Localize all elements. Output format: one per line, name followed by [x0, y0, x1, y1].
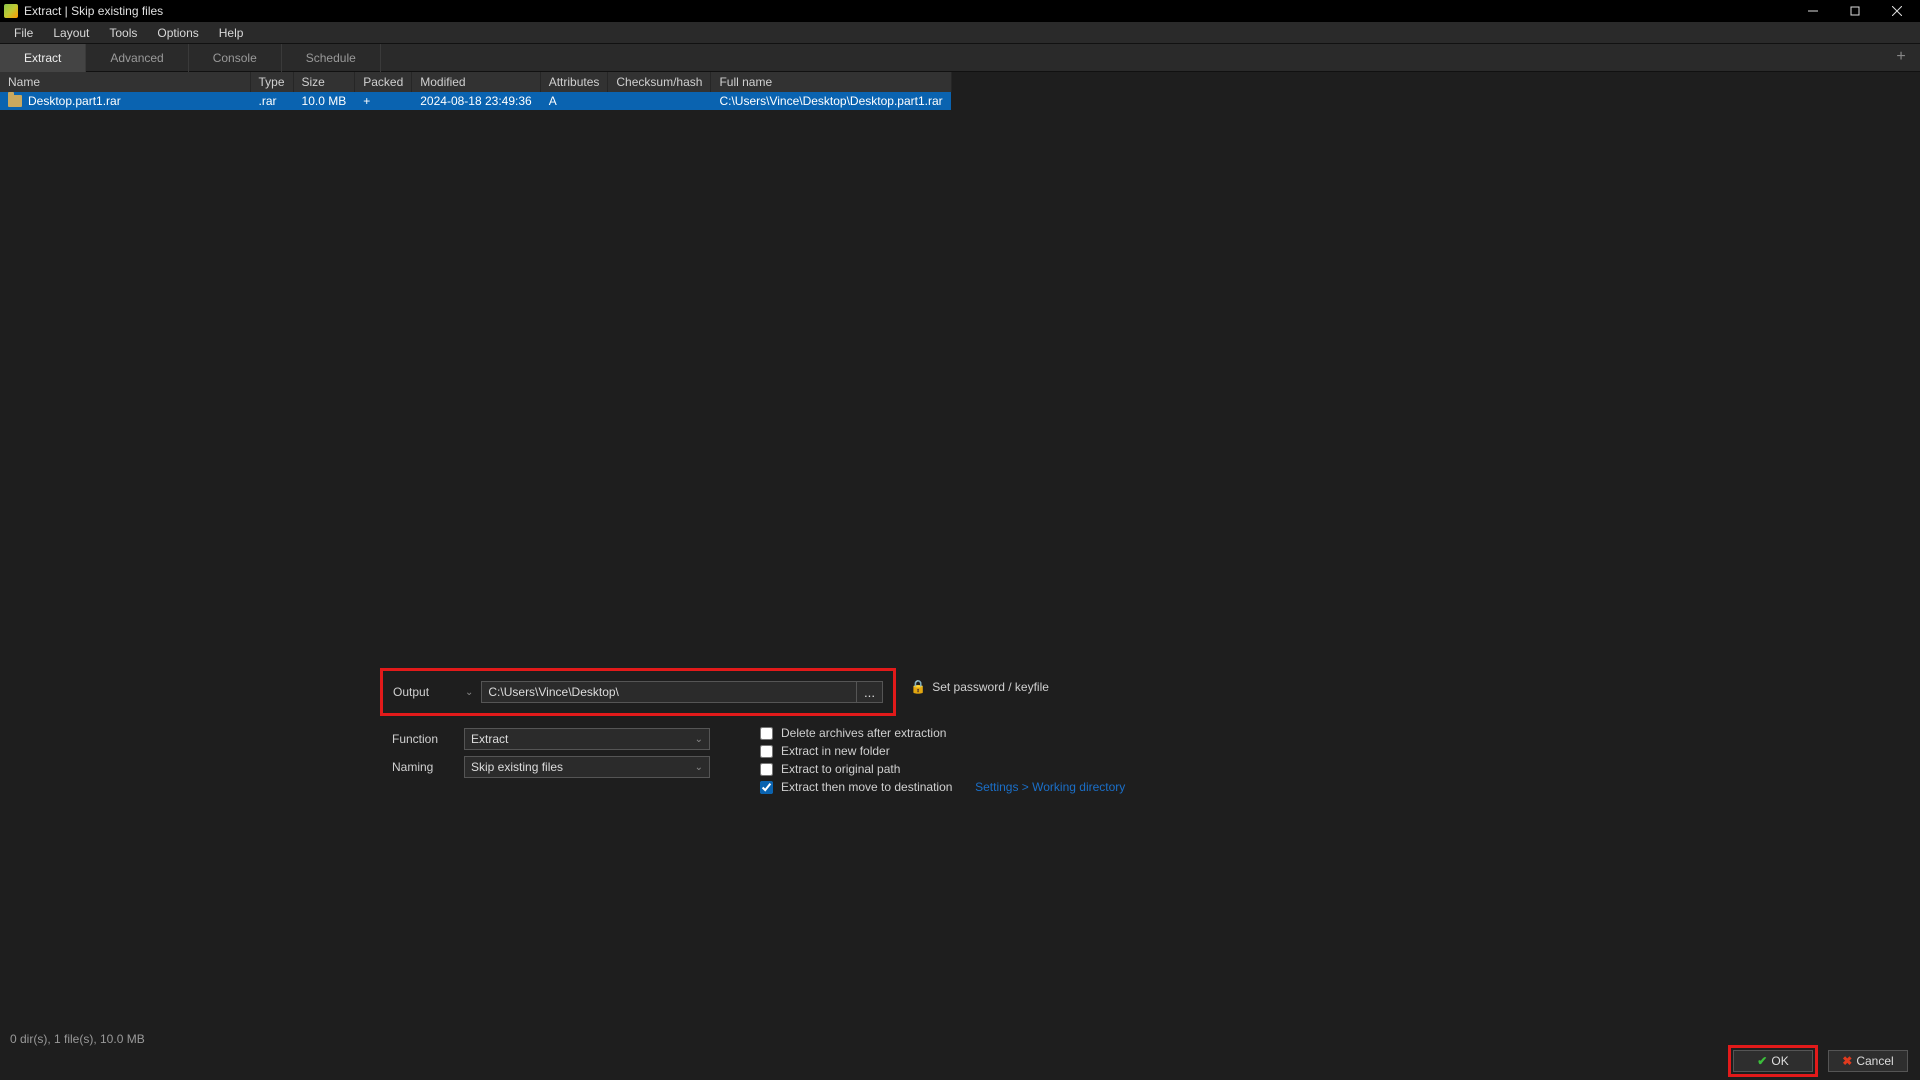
cell-name: Desktop.part1.rar	[28, 94, 121, 108]
lock-icon: 🔒	[910, 679, 926, 695]
cancel-label: Cancel	[1856, 1054, 1893, 1068]
x-icon: ✖	[1842, 1054, 1852, 1068]
tabbar: Extract Advanced Console Schedule +	[0, 44, 1920, 72]
col-packed[interactable]: Packed	[355, 72, 412, 92]
minimize-icon	[1808, 6, 1818, 16]
cell-fullname: C:\Users\Vince\Desktop\Desktop.part1.rar	[711, 92, 951, 110]
cell-type: .rar	[250, 92, 293, 110]
checkbox-column: Delete archives after extraction Extract…	[760, 722, 1125, 798]
table-row[interactable]: Desktop.part1.rar .rar 10.0 MB + 2024-08…	[0, 92, 951, 110]
col-name[interactable]: Name	[0, 72, 250, 92]
chevron-down-icon: ⌄	[695, 762, 703, 773]
menu-options[interactable]: Options	[147, 23, 208, 43]
options-panel: Output ⌄ ... 🔒 Set password / keyfile Fu…	[380, 662, 1920, 784]
output-label: Output	[393, 685, 465, 699]
chk-movedest-label: Extract then move to destination	[781, 780, 952, 794]
chevron-down-icon[interactable]: ⌄	[465, 687, 473, 698]
menubar: File Layout Tools Options Help	[0, 22, 1920, 44]
ok-label: OK	[1771, 1054, 1788, 1068]
output-path-input[interactable]	[481, 681, 857, 703]
close-icon	[1892, 6, 1902, 16]
app-icon	[4, 4, 18, 18]
col-attributes[interactable]: Attributes	[540, 72, 608, 92]
chevron-down-icon: ⌄	[695, 734, 703, 745]
cell-checksum	[608, 92, 711, 110]
menu-layout[interactable]: Layout	[43, 23, 99, 43]
menu-help[interactable]: Help	[209, 23, 254, 43]
tab-advanced[interactable]: Advanced	[86, 44, 188, 72]
folder-icon	[8, 95, 22, 107]
set-password-label: Set password / keyfile	[932, 680, 1049, 694]
menu-file[interactable]: File	[4, 23, 43, 43]
chk-delete-archives[interactable]: Delete archives after extraction	[760, 726, 1125, 740]
naming-label: Naming	[392, 760, 464, 774]
ok-highlight: ✔ OK	[1728, 1045, 1818, 1077]
chk-new-folder[interactable]: Extract in new folder	[760, 744, 1125, 758]
file-list: Name Type Size Packed Modified Attribute…	[0, 72, 1920, 1028]
chk-original-path[interactable]: Extract to original path	[760, 762, 1125, 776]
maximize-icon	[1850, 6, 1860, 16]
cell-packed: +	[355, 92, 412, 110]
add-tab-button[interactable]: +	[1890, 46, 1912, 68]
check-icon: ✔	[1757, 1054, 1767, 1068]
button-row: ✔ OK ✖ Cancel	[0, 1050, 1920, 1080]
naming-select[interactable]: Skip existing files ⌄	[464, 756, 710, 778]
browse-button[interactable]: ...	[857, 681, 883, 703]
cancel-button[interactable]: ✖ Cancel	[1828, 1050, 1908, 1072]
cell-size: 10.0 MB	[293, 92, 355, 110]
ok-button[interactable]: ✔ OK	[1733, 1050, 1813, 1072]
col-fullname[interactable]: Full name	[711, 72, 951, 92]
close-button[interactable]	[1876, 0, 1918, 22]
col-size[interactable]: Size	[293, 72, 355, 92]
file-table: Name Type Size Packed Modified Attribute…	[0, 72, 952, 110]
col-type[interactable]: Type	[250, 72, 293, 92]
chk-delete-label: Delete archives after extraction	[781, 726, 946, 740]
set-password-link[interactable]: 🔒 Set password / keyfile	[910, 679, 1049, 695]
chk-newfolder-input[interactable]	[760, 745, 773, 758]
window-title: Extract | Skip existing files	[24, 4, 1792, 18]
output-row: Output ⌄ ...	[380, 668, 896, 716]
col-checksum[interactable]: Checksum/hash	[608, 72, 711, 92]
tab-console[interactable]: Console	[189, 44, 282, 72]
chk-newfolder-label: Extract in new folder	[781, 744, 890, 758]
tab-extract[interactable]: Extract	[0, 44, 86, 72]
status-text: 0 dir(s), 1 file(s), 10.0 MB	[10, 1032, 145, 1046]
function-value: Extract	[471, 732, 508, 746]
chk-origpath-input[interactable]	[760, 763, 773, 776]
chk-delete-input[interactable]	[760, 727, 773, 740]
chk-movedest-input[interactable]	[760, 781, 773, 794]
col-modified[interactable]: Modified	[412, 72, 540, 92]
chk-move-destination[interactable]: Extract then move to destination Setting…	[760, 780, 1125, 794]
function-label: Function	[392, 732, 464, 746]
settings-workdir-link[interactable]: Settings > Working directory	[975, 780, 1125, 794]
maximize-button[interactable]	[1834, 0, 1876, 22]
function-select[interactable]: Extract ⌄	[464, 728, 710, 750]
minimize-button[interactable]	[1792, 0, 1834, 22]
titlebar: Extract | Skip existing files	[0, 0, 1920, 22]
naming-value: Skip existing files	[471, 760, 563, 774]
cell-modified: 2024-08-18 23:49:36	[412, 92, 540, 110]
tab-schedule[interactable]: Schedule	[282, 44, 381, 72]
statusbar: 0 dir(s), 1 file(s), 10.0 MB	[0, 1028, 1920, 1050]
cell-attributes: A	[540, 92, 608, 110]
menu-tools[interactable]: Tools	[99, 23, 147, 43]
chk-origpath-label: Extract to original path	[781, 762, 900, 776]
